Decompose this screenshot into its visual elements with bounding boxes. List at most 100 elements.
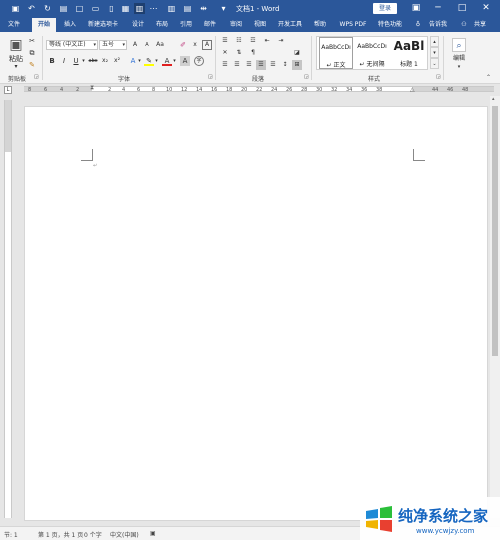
font-color-button[interactable]: A (162, 56, 172, 66)
tab-view[interactable]: 视图 (250, 18, 270, 32)
bullets-icon[interactable]: ☰ (220, 36, 230, 46)
styles-launcher-icon[interactable]: ◲ (436, 74, 441, 80)
tab-mailings[interactable]: 邮件 (200, 18, 220, 32)
line-spacing-icon[interactable]: ⇹ (198, 3, 209, 14)
character-border-button[interactable]: A (202, 40, 212, 50)
superscript-button[interactable]: x² (112, 56, 122, 66)
more-icon[interactable]: ⋯ (148, 3, 159, 14)
tab-home[interactable]: 开始 (32, 18, 56, 32)
tab-selector-icon[interactable]: L (4, 86, 12, 94)
open-folder-icon[interactable]: ▭ (90, 3, 101, 14)
tab-layout[interactable]: 布局 (152, 18, 172, 32)
redo-icon[interactable]: ↻ (42, 3, 53, 14)
customize-dropdown-icon[interactable]: ▾ (218, 3, 229, 14)
strikethrough-button[interactable]: abc (86, 56, 100, 66)
tab-references[interactable]: 引用 (176, 18, 196, 32)
cut-icon[interactable]: ✂ (28, 36, 36, 46)
format-painter-icon[interactable]: ✎ (28, 60, 36, 70)
close-icon[interactable]: ✕ (478, 2, 494, 15)
reading-view-icon[interactable]: ▥ (134, 3, 145, 14)
styles-more-icon[interactable]: ⌄ (430, 58, 439, 69)
font-color-dropdown-icon[interactable]: ▾ (172, 56, 177, 66)
phonetic-guide-button[interactable]: x (190, 40, 200, 50)
increase-indent-icon[interactable]: ⇥ (276, 36, 286, 46)
collapse-ribbon-icon[interactable]: ⌃ (486, 74, 491, 81)
styles-scroll-down-icon[interactable]: ▾ (430, 47, 439, 58)
new-page-icon[interactable]: ▯ (106, 3, 117, 14)
paste-icon[interactable]: ▣ (8, 36, 24, 54)
align-right-icon[interactable]: ☰ (244, 60, 254, 70)
bold-button[interactable]: B (48, 56, 56, 66)
align-center-icon[interactable]: ☰ (232, 60, 242, 70)
tab-features[interactable]: 特色功能 (374, 18, 406, 32)
tell-me-search[interactable]: 告诉我 (424, 18, 452, 32)
new-document-icon[interactable]: □ (74, 3, 85, 14)
document-page[interactable]: ↵ (24, 106, 488, 521)
underline-button[interactable]: U (72, 56, 80, 66)
search-icon[interactable]: ⌕ (452, 38, 466, 52)
grow-font-button[interactable]: A (130, 40, 140, 50)
style-heading-1[interactable]: AaBl 标题 1 (391, 37, 427, 69)
paragraph-launcher-icon[interactable]: ◲ (304, 74, 309, 80)
chinese-layout-icon[interactable]: ✕ (220, 48, 230, 58)
section-indicator[interactable]: 节: 1 (4, 530, 18, 539)
text-effects-dropdown-icon[interactable]: ▾ (137, 56, 142, 66)
show-marks-icon[interactable]: ¶ (248, 48, 258, 58)
maximize-icon[interactable]: □ (454, 2, 470, 15)
tab-help[interactable]: 帮助 (310, 18, 330, 32)
tab-insert[interactable]: 插入 (60, 18, 80, 32)
clear-format-icon[interactable]: ✐ (178, 40, 188, 50)
minimize-icon[interactable]: ─ (430, 2, 446, 15)
print-preview-icon[interactable]: ▤ (58, 3, 69, 14)
clipboard-icon[interactable]: ▤ (182, 3, 193, 14)
borders-icon[interactable]: ⊞ (292, 60, 302, 70)
pdf-icon[interactable]: ▦ (120, 3, 131, 14)
shrink-font-button[interactable]: A (142, 40, 152, 50)
highlight-dropdown-icon[interactable]: ▾ (154, 56, 159, 66)
save-icon[interactable]: ▣ (10, 3, 21, 14)
change-case-button[interactable]: Aa (154, 40, 166, 50)
copy-icon[interactable]: ⧉ (28, 48, 36, 58)
indent-marker-icon[interactable]: ⧗ (90, 84, 94, 92)
align-left-icon[interactable]: ☰ (220, 60, 230, 70)
justify-icon[interactable]: ☰ (256, 60, 266, 70)
undo-icon[interactable]: ↶ (26, 3, 37, 14)
distributed-icon[interactable]: ☰ (268, 60, 278, 70)
page-indicator[interactable]: 第 1 页，共 1 页 (38, 530, 83, 539)
italic-button[interactable]: I (60, 56, 68, 66)
style-normal[interactable]: AaBbCcDı ↵ 正文 (319, 37, 353, 69)
language-indicator[interactable]: 中文(中国) (110, 530, 139, 539)
line-spacing-icon[interactable]: ↕ (280, 60, 290, 70)
vertical-ruler[interactable] (4, 100, 12, 518)
font-size-select[interactable]: 五号 ▾ (99, 40, 127, 50)
scroll-up-icon[interactable]: ▴ (492, 96, 495, 102)
styles-scroll-up-icon[interactable]: ▴ (430, 36, 439, 47)
columns-icon[interactable]: ▥ (166, 3, 177, 14)
scroll-thumb[interactable] (492, 106, 498, 356)
tab-new[interactable]: 新建选项卡 (84, 18, 122, 32)
tab-review[interactable]: 审阅 (226, 18, 246, 32)
sort-icon[interactable]: ⇅ (234, 48, 244, 58)
character-shading-button[interactable]: A (180, 56, 190, 66)
highlight-icon[interactable]: ✎ (144, 56, 154, 66)
clipboard-launcher-icon[interactable]: ◲ (34, 74, 39, 80)
decrease-indent-icon[interactable]: ⇤ (262, 36, 272, 46)
shading-icon[interactable]: ◪ (292, 48, 302, 58)
paste-dropdown-icon[interactable]: ▾ (6, 62, 26, 72)
accessibility-icon[interactable]: ▣ (150, 530, 156, 537)
horizontal-ruler[interactable]: 8 6 4 2 2 4 6 8 10 12 14 16 18 20 22 24 … (18, 84, 500, 94)
tab-developer[interactable]: 开发工具 (274, 18, 306, 32)
tab-file[interactable]: 文件 (4, 18, 24, 32)
enclose-characters-icon[interactable]: 字 (194, 56, 204, 66)
multilevel-list-icon[interactable]: ☲ (248, 36, 258, 46)
word-count[interactable]: 0 个字 (84, 530, 102, 539)
font-name-select[interactable]: 等线 (中文正) ▾ (46, 40, 98, 50)
ribbon-display-icon[interactable]: ▣ (408, 2, 424, 15)
vertical-scrollbar[interactable]: ▴ (490, 96, 500, 518)
tab-wps-pdf[interactable]: WPS PDF (336, 18, 370, 32)
subscript-button[interactable]: x₂ (100, 56, 110, 66)
right-indent-marker-icon[interactable]: △ (410, 86, 415, 93)
login-button[interactable]: 登录 (373, 3, 397, 14)
numbering-icon[interactable]: ☷ (234, 36, 244, 46)
font-launcher-icon[interactable]: ◲ (208, 74, 213, 80)
